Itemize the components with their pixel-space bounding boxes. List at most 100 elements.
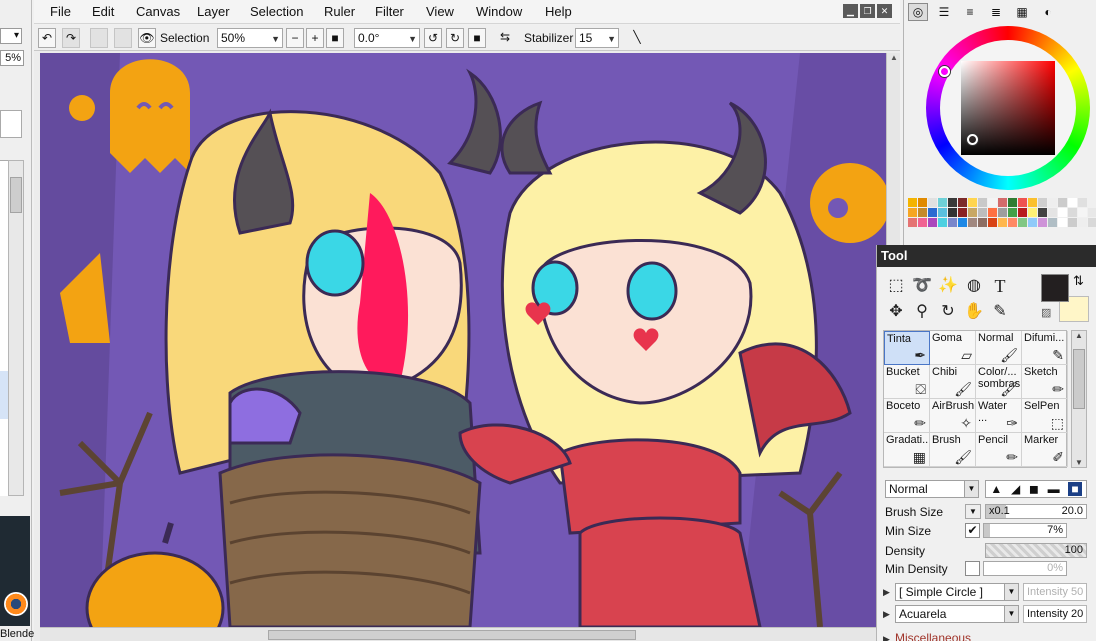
color-swatch[interactable] (1068, 218, 1077, 227)
select-pen-icon[interactable]: ◍ (961, 273, 987, 299)
menu-selection[interactable]: Selection (250, 4, 303, 19)
color-swatch[interactable] (1028, 208, 1037, 217)
restore-icon[interactable]: ❐ (860, 4, 875, 18)
brush-slot[interactable]: Brush 🖌 (930, 433, 976, 467)
color-swatch[interactable] (1038, 208, 1047, 217)
brush-slot[interactable]: AirBrush ✧ (930, 399, 976, 433)
color-swatch[interactable] (1038, 218, 1047, 227)
color-swatch[interactable] (908, 218, 917, 227)
zoom-out-button[interactable]: − (286, 28, 304, 48)
selection-visibility-toggle[interactable]: 👁 (138, 28, 156, 48)
color-swatch[interactable] (1018, 198, 1027, 207)
color-swatch[interactable] (1068, 198, 1077, 207)
hsv-tab[interactable]: ≣ (986, 3, 1006, 21)
color-swatch[interactable] (1008, 208, 1017, 217)
brush-slot[interactable]: Tinta ✒ (884, 331, 930, 365)
menu-layer[interactable]: Layer (197, 4, 230, 19)
color-swatch[interactable] (988, 208, 997, 217)
min-density-checkbox[interactable] (965, 561, 980, 576)
color-swatch[interactable] (978, 218, 987, 227)
color-swatch[interactable] (988, 218, 997, 227)
color-swatch[interactable] (988, 198, 997, 207)
saturation-value-marker[interactable] (967, 134, 978, 145)
color-swatch[interactable] (1038, 198, 1047, 207)
canvas-horizontal-scrollbar[interactable] (40, 627, 886, 641)
brush-slot[interactable]: Sketch ✏ (1022, 365, 1068, 399)
color-swatch[interactable] (1028, 198, 1037, 207)
deselect-button[interactable] (90, 28, 108, 48)
shape-intensity-field[interactable]: Intensity 50 (1023, 583, 1087, 601)
rotate-left-button[interactable]: ↺ (424, 28, 442, 48)
menu-filter[interactable]: Filter (375, 4, 404, 19)
brush-slot[interactable]: Gradati... ▦ (884, 433, 930, 467)
color-swatch[interactable] (1018, 208, 1027, 217)
menu-edit[interactable]: Edit (92, 4, 114, 19)
menu-ruler[interactable]: Ruler (324, 4, 355, 19)
scratchpad-tab[interactable]: ◐ (1038, 3, 1058, 21)
brush-shape-square-icon[interactable]: ■ (1068, 482, 1082, 496)
color-swatch[interactable] (918, 208, 927, 217)
color-swatch[interactable] (918, 218, 927, 227)
magic-wand-icon[interactable]: ✨ (935, 273, 961, 299)
rotation-reset-button[interactable]: ■ (468, 28, 486, 48)
transparent-color-icon[interactable]: ▨ (1041, 306, 1051, 319)
brush-shape-dropdown[interactable]: [ Simple Circle ] ▼ (895, 583, 1019, 601)
color-swatch[interactable] (928, 218, 937, 227)
color-wheel-tab[interactable]: ◎ (908, 3, 928, 21)
color-swatch[interactable] (928, 208, 937, 217)
expand-shape-icon[interactable]: ▶ (883, 587, 890, 598)
texture-intensity-field[interactable]: Intensity 20 (1023, 605, 1087, 623)
hue-wheel[interactable] (926, 26, 1090, 190)
color-swatch[interactable] (1008, 218, 1017, 227)
brush-slot[interactable]: Boceto ✏ (884, 399, 930, 433)
color-swatch[interactable] (938, 218, 947, 227)
invert-selection-button[interactable] (114, 28, 132, 48)
scroll-down-icon[interactable]: ▼ (1072, 458, 1086, 467)
stabilizer-dropdown[interactable]: 15 ▼ (575, 28, 619, 48)
left-panel-scroll-thumb[interactable] (10, 177, 22, 213)
color-swatch[interactable] (978, 208, 987, 217)
zoom-icon[interactable]: ⚲ (909, 299, 935, 325)
color-swatch[interactable] (1068, 208, 1077, 217)
color-swatch[interactable] (998, 208, 1007, 217)
rotate-right-button[interactable]: ↻ (446, 28, 464, 48)
brush-slot[interactable]: Marker ✐ (1022, 433, 1068, 467)
expand-texture-icon[interactable]: ▶ (883, 609, 890, 620)
zoom-in-button[interactable]: + (306, 28, 324, 48)
density-slider[interactable]: 100 (985, 543, 1087, 558)
menu-canvas[interactable]: Canvas (136, 4, 180, 19)
color-swatch[interactable] (1078, 208, 1087, 217)
brush-slot[interactable]: Pencil ✏ (976, 433, 1022, 467)
color-swatch[interactable] (1078, 198, 1087, 207)
straight-line-button[interactable]: ╲ (628, 28, 646, 48)
color-swatch[interactable] (998, 218, 1007, 227)
selected-layer-edge[interactable] (0, 371, 8, 419)
color-swatch[interactable] (978, 198, 987, 207)
text-icon[interactable]: T (987, 273, 1013, 299)
min-size-slider[interactable]: 7% (983, 523, 1067, 538)
brush-shape-medium-icon[interactable]: ◼ (1029, 482, 1039, 496)
color-swatch[interactable] (1058, 218, 1067, 227)
color-swatch[interactable] (1048, 218, 1057, 227)
sliders-tab[interactable]: ☰ (934, 3, 954, 21)
brush-shape-sharp-icon[interactable]: ▲ (990, 482, 1002, 496)
brush-slot[interactable]: Difumi... ✎ (1022, 331, 1068, 365)
hand-icon[interactable]: ✋ (961, 299, 987, 325)
brush-shape-soft-icon[interactable]: ◢ (1011, 482, 1020, 496)
texture-dropdown[interactable]: Acuarela ▼ (895, 605, 1019, 623)
brush-scroll-thumb[interactable] (1073, 349, 1085, 409)
primary-color-swatch[interactable] (1041, 274, 1069, 302)
horizontal-scroll-thumb[interactable] (268, 630, 636, 640)
swap-colors-icon[interactable]: ⇅ (1073, 273, 1084, 289)
drawing-canvas[interactable] (40, 53, 886, 627)
brush-slot[interactable]: Color/... sombras 🖌 (976, 365, 1022, 399)
brush-grid-scrollbar[interactable]: ▲ ▼ (1071, 330, 1087, 468)
color-swatch[interactable] (908, 208, 917, 217)
expand-misc-icon[interactable]: ▶ (883, 634, 890, 641)
color-swatch[interactable] (1058, 208, 1067, 217)
menu-window[interactable]: Window (476, 4, 522, 19)
color-swatch[interactable] (928, 198, 937, 207)
color-swatch[interactable] (938, 208, 947, 217)
menu-file[interactable]: File (50, 4, 71, 19)
color-swatch[interactable] (908, 198, 917, 207)
